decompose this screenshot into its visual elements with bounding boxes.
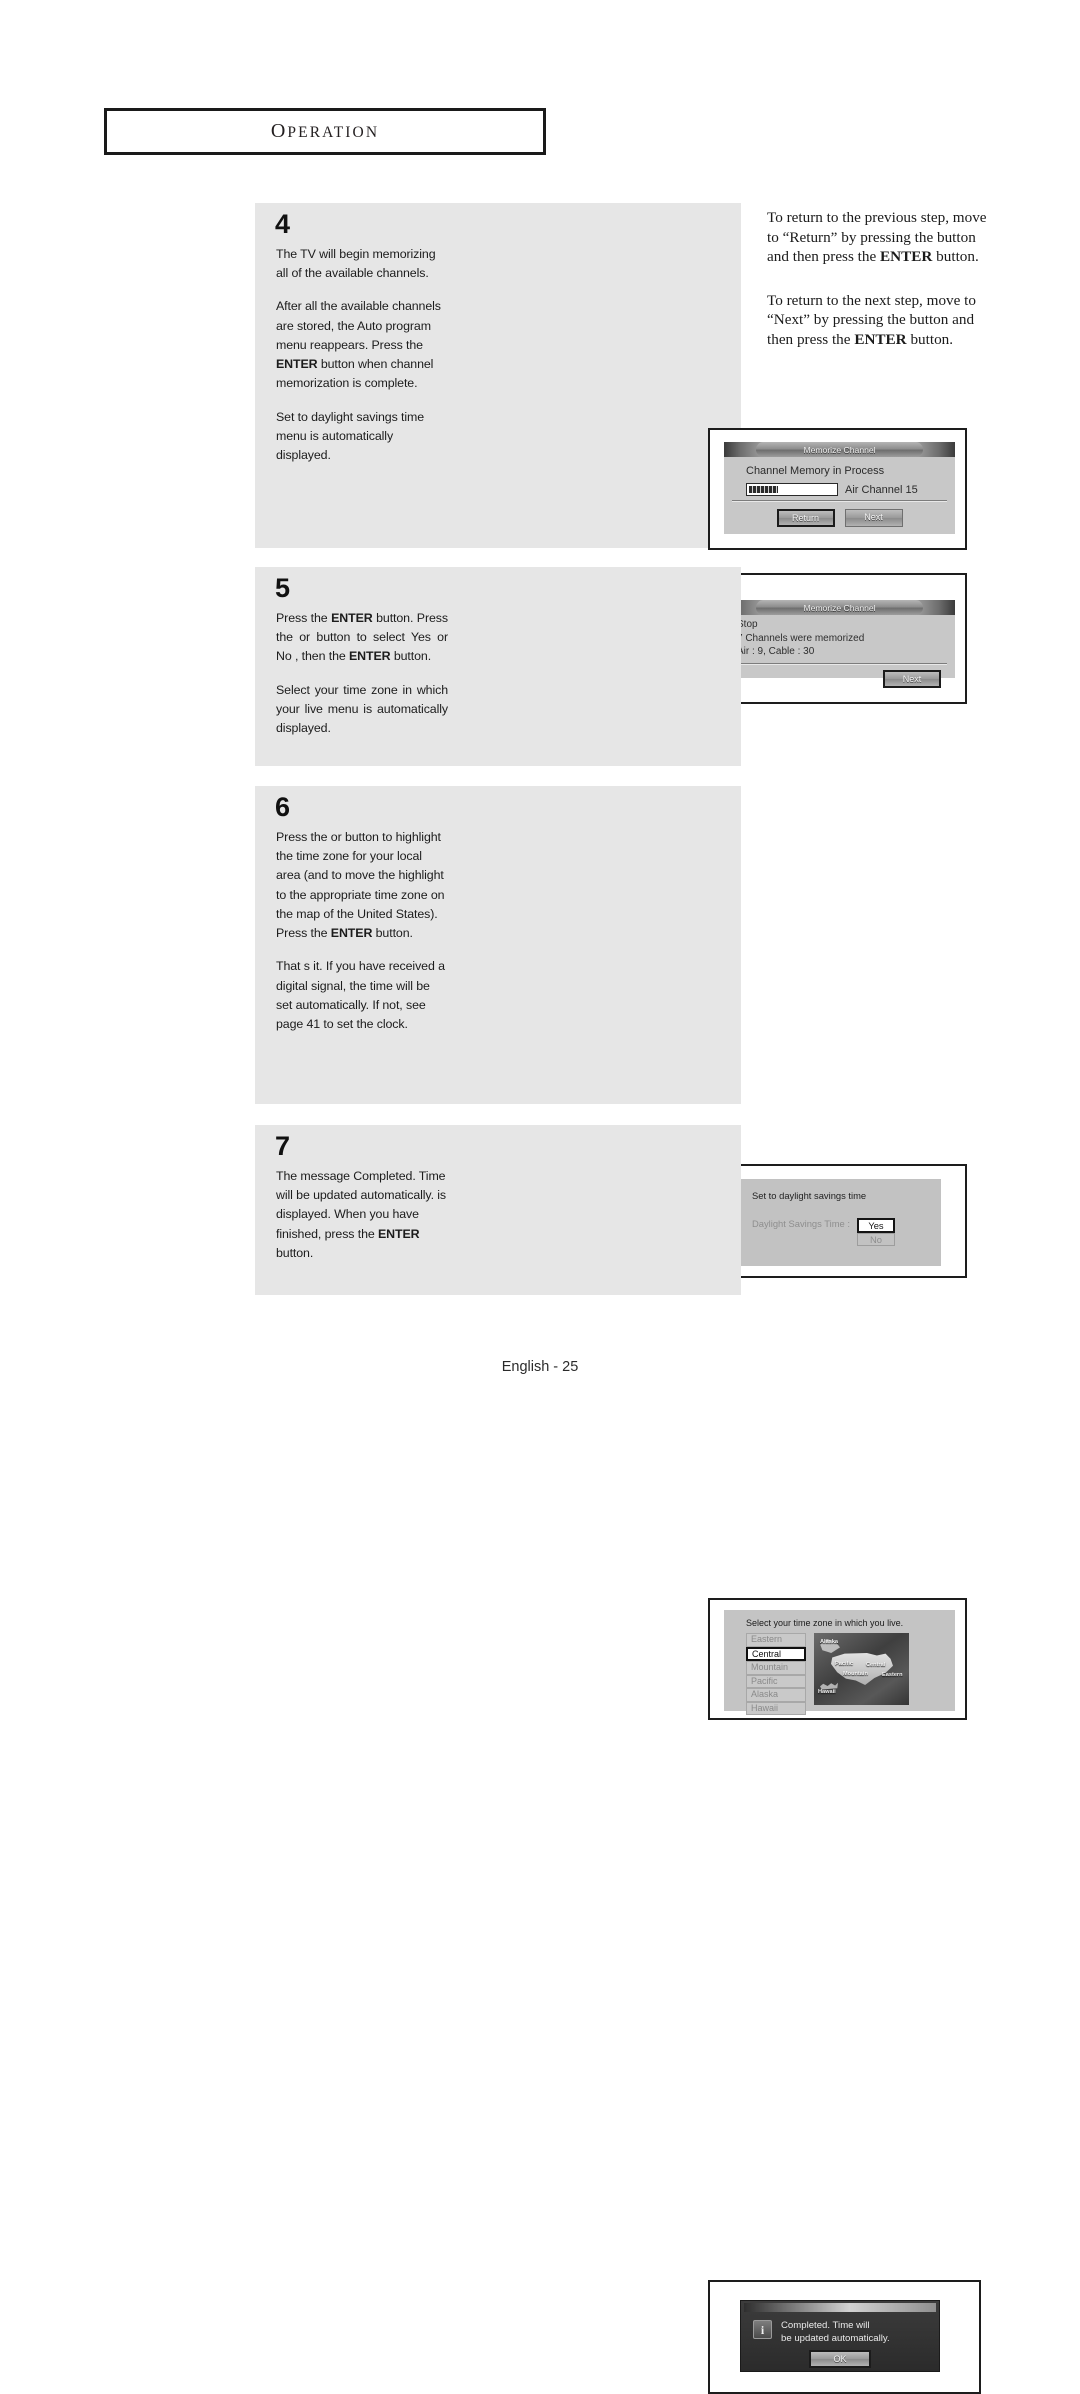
osd-titlebar: Memorize Channel bbox=[724, 600, 955, 615]
step6-p1b: button. bbox=[372, 926, 413, 941]
map-label-central: Central bbox=[866, 1662, 886, 1668]
memory-status-text: Channel Memory in Process bbox=[746, 465, 885, 477]
step-number-5: 5 bbox=[275, 573, 291, 603]
side-note-p2b: button. bbox=[906, 331, 954, 349]
daylight-field-label: Daylight Savings Time : bbox=[752, 1218, 850, 1229]
chapter-banner: OPERATION bbox=[104, 108, 546, 155]
daylight-option-no[interactable]: No bbox=[856, 1233, 895, 1246]
return-button[interactable]: Return bbox=[776, 509, 835, 527]
info-icon: i bbox=[753, 2320, 772, 2339]
daylight-heading: Set to daylight savings time bbox=[752, 1190, 867, 1201]
step4-para-3: Set to daylight savings time menu is aut… bbox=[276, 409, 425, 462]
dialog-message-line2: be updated automatically. bbox=[781, 2332, 890, 2344]
step5-enter-bold-2: ENTER bbox=[349, 649, 391, 664]
side-note-enter-bold-2: ENTER bbox=[854, 331, 907, 349]
step5-para-2: Select your time zone in which your live… bbox=[276, 682, 448, 736]
map-label-alaska: Alaska bbox=[820, 1639, 839, 1645]
side-note-para-1: To return to the previous step, move to … bbox=[767, 208, 987, 267]
osd-timezone-select: Select your time zone in which you live.… bbox=[724, 1610, 955, 1715]
osd-memorize-done: Memorize Channel Stop 7 Channels were me… bbox=[724, 600, 955, 688]
dialog-message-line1: Completed. Time will bbox=[781, 2320, 870, 2331]
step6-enter-bold: ENTER bbox=[330, 926, 373, 941]
screen-frame-memorize-progress: Memorize Channel Channel Memory in Proce… bbox=[708, 428, 967, 550]
next-button[interactable]: Next bbox=[844, 509, 903, 527]
result-line-count: 7 Channels were memorized bbox=[737, 632, 865, 644]
dialog-titlebar bbox=[744, 2303, 936, 2312]
step6-para-1: Press the or button to highlight the tim… bbox=[276, 828, 448, 943]
timezone-heading: Select your time zone in which you live. bbox=[746, 1618, 904, 1628]
step4-para2-a: After all the available channels are sto… bbox=[276, 299, 441, 352]
step4-para-2: After all the available channels are sto… bbox=[276, 297, 448, 393]
progress-bar-fill bbox=[749, 486, 779, 493]
step-text-6: Press the or button to highlight the tim… bbox=[276, 828, 448, 1034]
timezone-item-central[interactable]: Central bbox=[746, 1646, 806, 1661]
daylight-option-list[interactable]: Yes No bbox=[856, 1218, 895, 1246]
step6-p1a: Press the or button to highlight the tim… bbox=[276, 830, 445, 941]
step-panel-4: 4 The TV will begin memorizing all of th… bbox=[255, 203, 967, 704]
step-panel-7: 7 The message Completed. Time will be up… bbox=[255, 1125, 981, 2394]
osd-divider bbox=[732, 662, 947, 665]
us-timezone-map: Alaska Pacific Mountain Central Eastern … bbox=[814, 1633, 909, 1705]
screen-frame-timezone: Select your time zone in which you live.… bbox=[708, 1598, 967, 1720]
step4-para-1: The TV will begin memorizing all of the … bbox=[276, 247, 436, 281]
osd-memorize-progress: Memorize Channel Channel Memory in Proce… bbox=[724, 442, 955, 534]
timezone-item-hawaii[interactable]: Hawaii bbox=[746, 1701, 806, 1715]
page-footer: English - 25 bbox=[501, 1359, 579, 1375]
osd-titlebar: Memorize Channel bbox=[724, 442, 955, 457]
daylight-option-yes[interactable]: Yes bbox=[856, 1218, 895, 1233]
screen-frame-completed-dialog: i Completed. Time will be updated automa… bbox=[708, 2280, 981, 2394]
step-panel-6: 6 Press the or button to highlight the t… bbox=[255, 786, 967, 1720]
step-number-7: 7 bbox=[275, 1131, 291, 1161]
osd-completed-dialog: i Completed. Time will be updated automa… bbox=[740, 2300, 940, 2372]
step7-para-1: The message Completed. Time will be upda… bbox=[276, 1167, 448, 1263]
timezone-item-eastern[interactable]: Eastern bbox=[746, 1633, 806, 1647]
map-label-hawaii: Hawaii bbox=[818, 1689, 836, 1695]
map-label-pacific: Pacific bbox=[835, 1661, 854, 1667]
current-channel-label: Air Channel 15 bbox=[845, 483, 918, 496]
result-line-breakdown: Air : 9, Cable : 30 bbox=[737, 646, 815, 657]
step5-enter-bold-1: ENTER bbox=[331, 611, 373, 625]
side-note-para-2: To return to the next step, move to “Nex… bbox=[767, 291, 987, 350]
next-button[interactable]: Next bbox=[883, 669, 941, 688]
chapter-title-rest: PERATION bbox=[287, 124, 380, 141]
map-label-eastern: Eastern bbox=[882, 1672, 903, 1678]
screen-frame-daylight-savings: Set to daylight savings time Daylight Sa… bbox=[708, 1164, 967, 1278]
osd-daylight-savings: Set to daylight savings time Daylight Sa… bbox=[738, 1179, 941, 1266]
step4-enter-bold: ENTER bbox=[276, 357, 318, 372]
timezone-item-alaska[interactable]: Alaska bbox=[746, 1688, 806, 1702]
osd-title-text: Memorize Channel bbox=[803, 444, 876, 455]
step-panel-5: 5 Press the ENTER button. Press the or b… bbox=[255, 567, 967, 1278]
step-number-4: 4 bbox=[275, 209, 291, 239]
step-text-7: The message Completed. Time will be upda… bbox=[276, 1167, 448, 1263]
dialog-message: Completed. Time will be updated automati… bbox=[781, 2320, 890, 2346]
timezone-item-pacific[interactable]: Pacific bbox=[746, 1674, 806, 1688]
chapter-title: OPERATION bbox=[270, 120, 380, 142]
step-text-4: The TV will begin memorizing all of the … bbox=[276, 245, 448, 465]
step-number-6: 6 bbox=[275, 792, 291, 822]
osd-title-text: Memorize Channel bbox=[803, 602, 876, 613]
step7-p1b: button. bbox=[276, 1245, 314, 1260]
result-line-stop: Stop bbox=[737, 619, 758, 630]
osd-divider bbox=[732, 500, 947, 502]
side-note: To return to the previous step, move to … bbox=[767, 208, 987, 350]
map-label-mountain: Mountain bbox=[843, 1671, 868, 1677]
step5-p1a: Press the bbox=[276, 611, 332, 625]
step7-enter-bold: ENTER bbox=[378, 1226, 420, 1241]
step6-para-2: That s it. If you have received a digita… bbox=[276, 959, 445, 1031]
side-note-enter-bold-1: ENTER bbox=[880, 248, 933, 266]
side-note-p1b: button. bbox=[932, 248, 979, 266]
ok-button[interactable]: OK bbox=[809, 2349, 871, 2368]
step-text-5: Press the ENTER button. Press the or but… bbox=[276, 609, 448, 738]
step5-p1c: button. bbox=[390, 649, 432, 664]
map-region-contiguous-us bbox=[831, 1653, 893, 1685]
timezone-item-mountain[interactable]: Mountain bbox=[746, 1661, 806, 1675]
timezone-list[interactable]: Eastern Central Mountain Pacific Alaska … bbox=[746, 1633, 806, 1715]
step5-para-1: Press the ENTER button. Press the or but… bbox=[276, 609, 448, 667]
step7-p1a: The message Completed. Time will be upda… bbox=[276, 1169, 447, 1241]
progress-bar bbox=[746, 483, 838, 496]
screen-frame-memorize-done: Memorize Channel Stop 7 Channels were me… bbox=[708, 573, 967, 704]
